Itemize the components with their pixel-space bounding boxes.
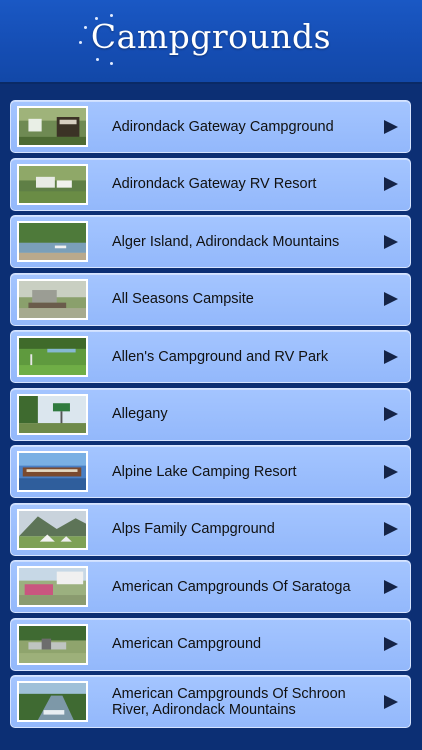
campground-name: Alpine Lake Camping Resort — [112, 463, 297, 480]
campground-name: Allen's Campground and RV Park — [112, 348, 329, 365]
sparkle-icon — [96, 58, 99, 61]
chevron-right-icon — [384, 522, 398, 536]
park-grounds-photo — [17, 623, 88, 665]
chevron-right-icon — [384, 349, 398, 364]
campground-name: Alps Family Campground — [112, 521, 275, 537]
campground-name: American Campground — [112, 636, 262, 652]
campground-name: Alger Island, Adirondack Mountains — [112, 233, 340, 250]
chevron-right-icon — [384, 579, 398, 594]
page-title: Campgrounds — [90, 17, 332, 56]
list-item[interactable]: Alger Island, Adirondack Mountains — [10, 215, 411, 268]
golf-field-photo — [17, 336, 88, 377]
lake-resort-photo — [17, 451, 88, 492]
chevron-right-icon — [384, 292, 398, 306]
list-item[interactable]: All Seasons Campsite — [10, 272, 411, 326]
campground-list: Adirondack Gateway Campground Adirondack… — [10, 100, 411, 733]
campsite-photo — [17, 278, 88, 320]
list-item[interactable]: Alpine Lake Camping Resort — [10, 445, 411, 498]
river-photo — [17, 681, 88, 722]
campground-name: American Campgrounds Of Saratoga — [112, 578, 351, 595]
list-item[interactable]: American Campgrounds Of Saratoga — [10, 560, 411, 613]
list-item[interactable]: American Campgrounds Of Schroon River, A… — [10, 675, 411, 728]
chevron-right-icon — [384, 119, 398, 134]
campground-name: Adirondack Gateway RV Resort — [112, 176, 317, 192]
chevron-right-icon — [384, 234, 398, 249]
mountain-tents-photo — [17, 508, 88, 550]
road-sign-photo — [17, 393, 88, 435]
list-item[interactable]: Adirondack Gateway RV Resort — [10, 157, 411, 211]
list-item[interactable]: Adirondack Gateway Campground — [10, 100, 411, 153]
list-item[interactable]: Alps Family Campground — [10, 502, 411, 556]
list-item[interactable]: American Campground — [10, 617, 411, 671]
campground-sign-photo — [17, 106, 88, 147]
tent-event-photo — [17, 566, 88, 607]
app-header: Campgrounds — [0, 0, 422, 84]
sparkle-icon — [110, 62, 113, 65]
chevron-right-icon — [384, 407, 398, 421]
rv-resort-sign-photo — [17, 163, 88, 205]
chevron-right-icon — [384, 177, 398, 191]
campground-name: All Seasons Campsite — [112, 291, 254, 307]
lake-shore-photo — [17, 221, 88, 262]
chevron-right-icon — [384, 694, 398, 709]
campground-name: Allegany — [112, 406, 168, 422]
campground-name: Adirondack Gateway Campground — [112, 118, 334, 135]
chevron-right-icon — [384, 637, 398, 651]
chevron-right-icon — [384, 464, 398, 479]
campground-name: American Campgrounds Of Schroon River, A… — [112, 685, 346, 718]
list-item[interactable]: Allegany — [10, 387, 411, 441]
list-item[interactable]: Allen's Campground and RV Park — [10, 330, 411, 383]
